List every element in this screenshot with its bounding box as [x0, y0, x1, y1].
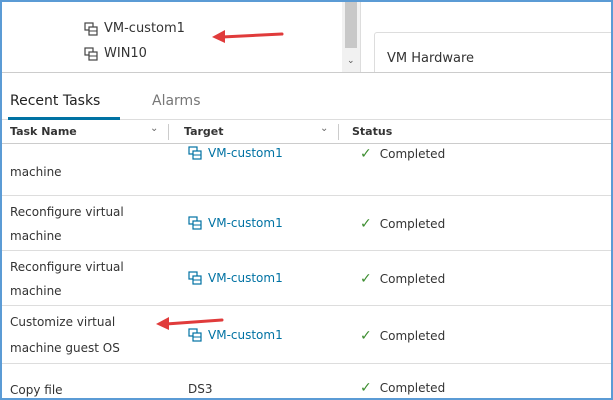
inventory-item-vm-custom1[interactable]: VM-custom1 [84, 21, 185, 36]
tab-recent-tasks[interactable]: Recent Tasks [10, 93, 100, 109]
vm-icon [84, 46, 98, 61]
column-header-status[interactable]: Status [352, 125, 392, 138]
status-label: Completed [379, 272, 446, 286]
chevron-down-icon[interactable]: ⌄ [320, 123, 328, 134]
task-name-cell: Copy file [10, 383, 63, 397]
target-label: VM-custom1 [208, 146, 283, 160]
status-cell: ✓ Completed [360, 271, 445, 287]
status-label: Completed [379, 217, 446, 231]
table-row[interactable]: Reconfigure virtual machine VM-custom1 ✓… [2, 251, 611, 306]
target-label: VM-custom1 [208, 271, 283, 285]
checkmark-icon: ✓ [360, 380, 372, 396]
status-label: Completed [379, 147, 446, 161]
column-separator[interactable] [168, 124, 169, 140]
status-cell: ✓ Completed [360, 216, 445, 232]
task-name-cell: Reconfigure virtual [10, 260, 124, 274]
status-label: Completed [379, 329, 446, 343]
inventory-scrollbar[interactable]: ⌄ [342, 2, 360, 72]
vm-icon [84, 21, 98, 36]
vm-icon [188, 146, 202, 160]
status-cell: ✓ Completed [360, 146, 445, 162]
inventory-item-label: WIN10 [104, 46, 147, 61]
inventory-tree: VM-custom1 WIN10 [2, 2, 342, 72]
checkmark-icon: ✓ [360, 216, 372, 232]
column-header-task-name[interactable]: Task Name [10, 125, 77, 138]
checkmark-icon: ✓ [360, 271, 372, 287]
vm-hardware-panel: VM Hardware [374, 32, 611, 77]
annotation-arrow [156, 317, 224, 330]
task-name-cell: machine [10, 165, 62, 179]
task-name-cell: Customize virtual [10, 315, 116, 329]
annotation-arrow [212, 30, 284, 43]
vm-icon [188, 216, 202, 230]
status-cell: ✓ Completed [360, 328, 445, 344]
tasks-table-body: machine VM-custom1 ✓ Completed Reconfigu… [2, 144, 611, 398]
task-name-cell: machine guest OS [10, 341, 120, 355]
scrollbar-thumb[interactable] [345, 2, 357, 48]
column-separator[interactable] [338, 124, 339, 140]
inventory-item-label: VM-custom1 [104, 21, 185, 36]
checkmark-icon: ✓ [360, 328, 372, 344]
table-row[interactable]: Customize virtual machine guest OS VM-cu… [2, 306, 611, 364]
screenshot-frame: VM-custom1 WIN10 ⌄ VM Hardware Recent Ta… [0, 0, 613, 400]
target-link[interactable]: VM-custom1 [188, 271, 283, 285]
task-name-cell: machine [10, 284, 62, 298]
task-name-cell: Reconfigure virtual [10, 205, 124, 219]
chevron-down-icon[interactable]: ⌄ [150, 123, 158, 134]
target-label-cell[interactable]: DS3 [188, 382, 213, 396]
vm-hardware-title: VM Hardware [387, 51, 475, 66]
table-row[interactable]: Copy file DS3 ✓ Completed [2, 364, 611, 398]
table-row[interactable]: machine VM-custom1 ✓ Completed [2, 144, 611, 196]
status-label: Completed [379, 381, 446, 395]
target-link[interactable]: VM-custom1 [188, 146, 283, 160]
checkmark-icon: ✓ [360, 146, 372, 162]
table-row[interactable]: Reconfigure virtual machine VM-custom1 ✓… [2, 196, 611, 251]
vm-icon [188, 271, 202, 285]
inventory-item-win10[interactable]: WIN10 [84, 46, 147, 61]
tab-alarms[interactable]: Alarms [152, 93, 201, 109]
status-cell: ✓ Completed [360, 380, 445, 396]
column-header-target[interactable]: Target [184, 125, 224, 138]
task-name-cell: machine [10, 229, 62, 243]
tasks-table-header: Task Name ⌄ Target ⌄ Status [2, 120, 611, 144]
target-link[interactable]: VM-custom1 [188, 216, 283, 230]
scroll-down-icon[interactable]: ⌄ [347, 56, 355, 66]
target-label: DS3 [188, 382, 213, 396]
target-label: VM-custom1 [208, 216, 283, 230]
bottom-panel-tabs: Recent Tasks Alarms [2, 72, 611, 120]
pane-divider[interactable] [360, 2, 361, 72]
